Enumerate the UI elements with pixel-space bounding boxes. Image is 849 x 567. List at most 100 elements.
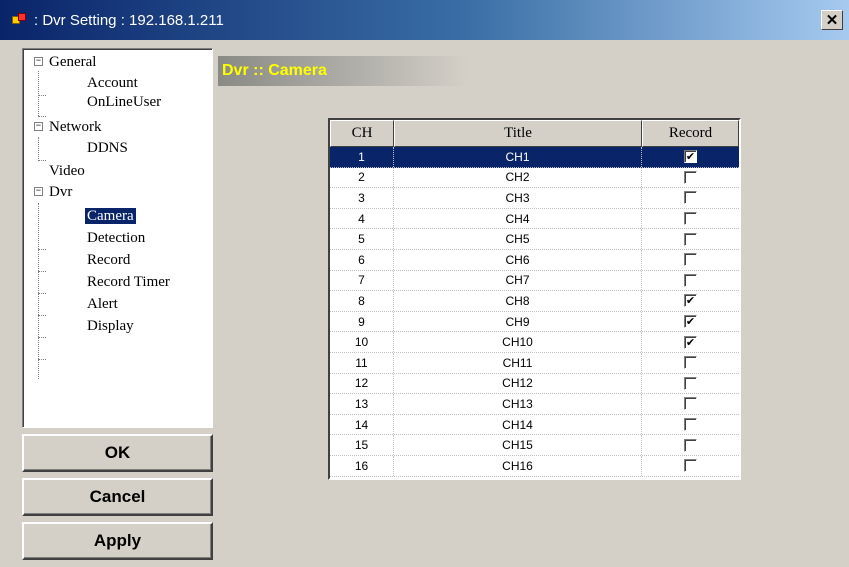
table-row[interactable]: 7 CH7: [330, 270, 739, 292]
channel-number: 16: [330, 455, 394, 476]
tree-item-label: OnLineUser: [87, 94, 162, 110]
table-row[interactable]: 10 CH10 ✔: [330, 332, 739, 353]
table-row[interactable]: 4 CH4: [330, 208, 739, 230]
channel-title[interactable]: CH1: [394, 147, 642, 167]
table-row[interactable]: 1 CH1 ✔: [330, 147, 739, 168]
tree-item-record-timer[interactable]: Record Timer: [87, 273, 170, 291]
record-checkbox[interactable]: [684, 397, 697, 411]
tree-item-label: Display: [87, 318, 134, 334]
column-header-record[interactable]: Record: [642, 120, 739, 147]
grid-body: 1 CH1 ✔ 2 CH2 3 CH3 4 CH4 5 CH5 6 CH6 7 CH7 8 CH8 ✔ 9 CH9 ✔ 1…: [330, 147, 739, 477]
table-row[interactable]: 16 CH16: [330, 455, 739, 477]
channel-title[interactable]: CH16: [394, 455, 642, 476]
column-header-title[interactable]: Title: [394, 120, 642, 147]
table-row[interactable]: 13 CH13: [330, 394, 739, 415]
channel-title[interactable]: CH11: [394, 352, 642, 373]
table-row[interactable]: 11 CH11: [330, 352, 739, 374]
record-cell: [642, 374, 739, 394]
channel-number: 13: [330, 394, 394, 414]
table-row[interactable]: 5 CH5: [330, 229, 739, 250]
record-checkbox[interactable]: [684, 273, 697, 287]
tree-item-label: Network: [49, 119, 102, 135]
channel-title[interactable]: CH10: [394, 332, 642, 352]
record-checkbox[interactable]: ✔: [684, 294, 697, 308]
collapse-icon[interactable]: −: [34, 187, 43, 196]
table-row[interactable]: 9 CH9 ✔: [330, 311, 739, 333]
tree-item-general[interactable]: − General: [34, 53, 96, 71]
channel-number: 12: [330, 373, 394, 394]
channel-title[interactable]: CH15: [394, 435, 642, 455]
table-row[interactable]: 8 CH8 ✔: [330, 291, 739, 312]
apply-button[interactable]: Apply: [22, 522, 213, 560]
tree-item-dvr[interactable]: − Dvr: [34, 183, 72, 201]
channel-number: 6: [330, 249, 394, 270]
collapse-icon[interactable]: −: [34, 122, 43, 131]
channel-number: 1: [330, 147, 394, 167]
record-checkbox[interactable]: [684, 459, 697, 473]
tree-item-record[interactable]: Record: [87, 251, 130, 269]
channel-title[interactable]: CH12: [394, 373, 642, 394]
table-row[interactable]: 14 CH14: [330, 414, 739, 436]
record-checkbox[interactable]: [684, 170, 697, 184]
record-checkbox[interactable]: ✔: [684, 335, 697, 349]
window-title: : Dvr Setting : 192.168.1.211: [34, 11, 224, 29]
tree-item-account[interactable]: Account: [87, 74, 138, 92]
tree-item-label: Camera: [85, 208, 136, 224]
record-checkbox[interactable]: [684, 212, 697, 226]
table-row[interactable]: 6 CH6: [330, 249, 739, 271]
tree-item-label: Dvr: [49, 184, 73, 200]
channel-title[interactable]: CH4: [394, 208, 642, 229]
tree-item-alert[interactable]: Alert: [87, 295, 118, 313]
record-checkbox[interactable]: ✔: [684, 150, 697, 164]
title-bar[interactable]: : Dvr Setting : 192.168.1.211 ✕: [0, 0, 849, 40]
record-cell: [642, 209, 739, 229]
record-checkbox[interactable]: [684, 232, 697, 246]
record-checkbox[interactable]: [684, 438, 697, 452]
tree-item-display[interactable]: Display: [87, 317, 134, 335]
tree-item-video[interactable]: Video: [49, 162, 85, 180]
tree-item-camera[interactable]: Camera: [85, 207, 136, 225]
ok-button[interactable]: OK: [22, 434, 213, 472]
section-header: Dvr :: Camera: [218, 56, 468, 86]
collapse-icon[interactable]: −: [34, 57, 43, 66]
table-row[interactable]: 15 CH15: [330, 435, 739, 456]
tree-item-network[interactable]: − Network: [34, 118, 102, 136]
channel-title[interactable]: CH13: [394, 394, 642, 414]
record-checkbox[interactable]: [684, 191, 697, 205]
record-checkbox[interactable]: [684, 376, 697, 390]
table-row[interactable]: 12 CH12: [330, 373, 739, 395]
tree-item-onlineuser[interactable]: OnLineUser: [87, 93, 161, 111]
tree-item-detection[interactable]: Detection: [87, 229, 145, 247]
record-checkbox[interactable]: [684, 418, 697, 432]
record-cell: ✔: [642, 147, 739, 167]
channel-title[interactable]: CH2: [394, 167, 642, 188]
record-cell: ✔: [642, 312, 739, 332]
channel-number: 10: [330, 332, 394, 352]
channel-title[interactable]: CH8: [394, 291, 642, 311]
record-cell: [642, 435, 739, 455]
cancel-button[interactable]: Cancel: [22, 478, 213, 516]
channel-title[interactable]: CH3: [394, 188, 642, 208]
channel-number: 2: [330, 167, 394, 188]
channel-number: 14: [330, 414, 394, 435]
channel-title[interactable]: CH7: [394, 270, 642, 291]
table-row[interactable]: 2 CH2: [330, 167, 739, 189]
camera-grid[interactable]: CH Title Record 1 CH1 ✔ 2 CH2 3 CH3 4 CH4 5 CH5 6 CH…: [328, 118, 741, 480]
close-button[interactable]: ✕: [821, 10, 843, 30]
record-checkbox[interactable]: [684, 253, 697, 267]
record-cell: [642, 188, 739, 208]
record-checkbox[interactable]: ✔: [684, 315, 697, 329]
record-cell: [642, 415, 739, 435]
channel-title[interactable]: CH9: [394, 311, 642, 332]
tree-item-ddns[interactable]: DDNS: [87, 139, 128, 157]
column-header-ch[interactable]: CH: [330, 120, 394, 147]
channel-title[interactable]: CH5: [394, 229, 642, 249]
settings-tree[interactable]: − General Account OnLineUser − Network D…: [22, 48, 213, 428]
table-row[interactable]: 3 CH3: [330, 188, 739, 209]
close-icon: ✕: [825, 12, 839, 29]
channel-title[interactable]: CH6: [394, 249, 642, 270]
record-cell: [642, 229, 739, 249]
record-checkbox[interactable]: [684, 356, 697, 370]
record-cell: [642, 353, 739, 373]
channel-title[interactable]: CH14: [394, 414, 642, 435]
